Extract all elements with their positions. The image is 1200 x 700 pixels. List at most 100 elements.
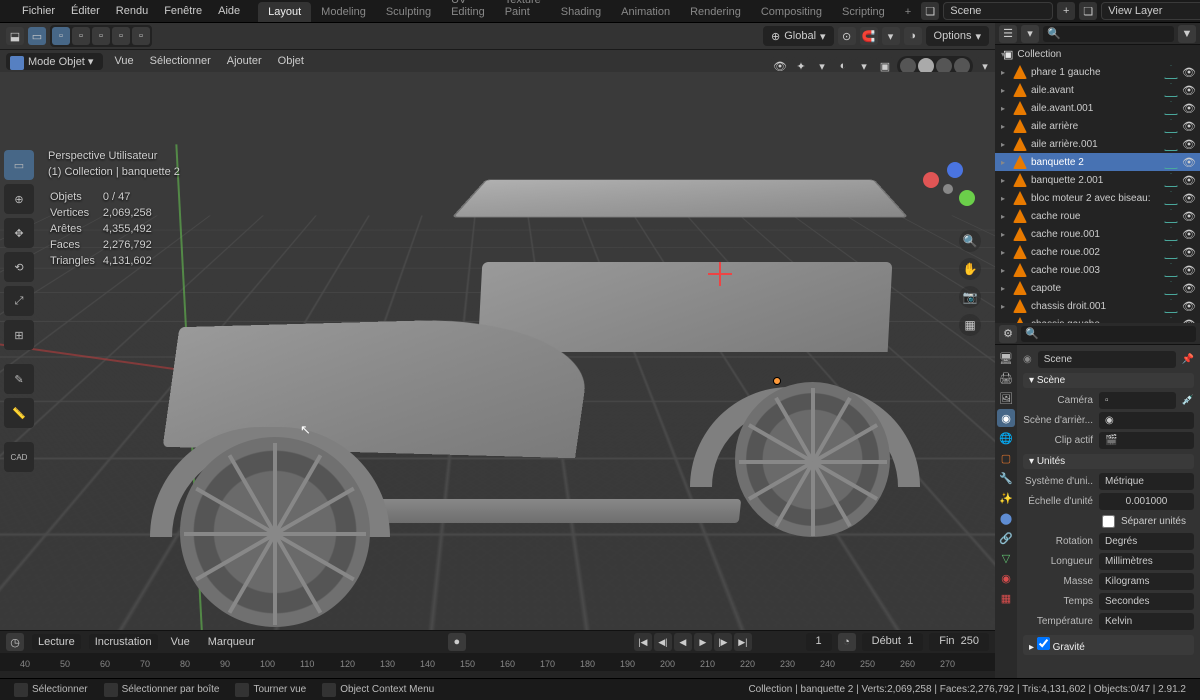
select-mode-1[interactable]: ▫ (52, 27, 70, 45)
outliner-item[interactable]: ▸cache roue👁 (995, 207, 1200, 225)
outliner-item[interactable]: ▸cache roue.001👁 (995, 225, 1200, 243)
length-field[interactable]: Millimètres (1099, 553, 1194, 570)
header-add[interactable]: Ajouter (222, 55, 267, 67)
tool-annotate[interactable]: ✎ (4, 364, 34, 394)
cursor-tool-icon[interactable]: ▭ (28, 27, 46, 45)
prop-tab-material[interactable]: ◉ (997, 569, 1015, 587)
prop-scene-name[interactable]: Scene (1038, 351, 1176, 368)
time-field[interactable]: Secondes (1099, 593, 1194, 610)
tool-rotate[interactable]: ⟲ (4, 252, 34, 282)
panel-units-header[interactable]: ▾ Unités (1023, 454, 1194, 469)
layer-name-field[interactable]: View Layer (1101, 2, 1200, 20)
prop-tab-output[interactable]: 🖨 (997, 369, 1015, 387)
menu-edit[interactable]: Éditer (63, 0, 108, 23)
workspace-modeling[interactable]: Modeling (311, 2, 376, 22)
prop-tab-render[interactable]: 🖥 (997, 349, 1015, 367)
unitsys-field[interactable]: Métrique (1099, 473, 1194, 490)
jump-start-icon[interactable]: |◀ (634, 633, 652, 651)
outliner-item[interactable]: ▸cache roue.003👁 (995, 261, 1200, 279)
tl-view-menu[interactable]: Vue (166, 636, 195, 648)
outliner-item[interactable]: ▸aile arrière👁 (995, 117, 1200, 135)
orientation-dropdown[interactable]: ⊕ Global ▾ (763, 26, 834, 46)
prop-tab-particles[interactable]: ✨ (997, 489, 1015, 507)
panel-gravity-header[interactable]: ▸ Gravité (1023, 635, 1194, 655)
scene-name-field[interactable]: Scene (943, 2, 1053, 20)
tool-scale[interactable]: ⤢ (4, 286, 34, 316)
workspace-texpaint[interactable]: Texture Paint (495, 0, 551, 22)
camera-field[interactable]: ▫ (1099, 392, 1176, 409)
outliner-search-input[interactable]: 🔍 (1043, 26, 1174, 42)
unitscale-field[interactable]: 0.001000 (1099, 493, 1194, 510)
nav-gizmo[interactable] (917, 162, 977, 222)
viewport-3d[interactable]: ↖ ▭ ⊕ ✥ ⟲ ⤢ ⊞ ✎ 📏 CAD Perspective Utilis… (0, 72, 995, 630)
pan-icon[interactable]: ✋ (959, 258, 981, 280)
zoom-icon[interactable]: 🔍 (959, 230, 981, 252)
tool-cad1[interactable]: CAD (4, 442, 34, 472)
menu-window[interactable]: Fenêtre (156, 0, 210, 23)
snap-mode-icon[interactable]: ▾ (882, 27, 900, 45)
rotation-field[interactable]: Degrés (1099, 533, 1194, 550)
outliner-view-icon[interactable]: ▾ (1021, 25, 1039, 43)
prop-tab-object[interactable]: ▢ (997, 449, 1015, 467)
camera-icon[interactable]: 📷 (959, 286, 981, 308)
outliner-item[interactable]: ▸aile arrière.001👁 (995, 135, 1200, 153)
properties-search-input[interactable]: 🔍 (1021, 326, 1196, 342)
outliner-panel[interactable]: ▾▣ Collection ▸phare 1 gauche👁▸aile.avan… (995, 45, 1200, 323)
workspace-animation[interactable]: Animation (611, 2, 680, 22)
outliner-item[interactable]: ▸aile.avant👁 (995, 81, 1200, 99)
bgscene-field[interactable]: ◉ (1099, 412, 1194, 429)
workspace-layout[interactable]: Layout (258, 2, 311, 22)
layer-browse-icon[interactable]: ❏ (1079, 2, 1097, 20)
prop-tab-physics[interactable]: ⬤ (997, 509, 1015, 527)
gizmo-y-icon[interactable] (959, 190, 975, 206)
outliner-filter-icon[interactable]: ▼ (1178, 25, 1196, 43)
tl-playback-menu[interactable]: Lecture (32, 634, 81, 650)
gizmo-z-icon[interactable] (947, 162, 963, 178)
prop-tab-texture[interactable]: ▦ (997, 589, 1015, 607)
outliner-item[interactable]: ▸chassis gauche👁 (995, 315, 1200, 323)
outliner-item[interactable]: ▸banquette 2.001👁 (995, 171, 1200, 189)
gizmo-center-icon[interactable] (943, 184, 953, 194)
prop-tab-viewlayer[interactable]: 🖼 (997, 389, 1015, 407)
select-mode-3[interactable]: ▫ (92, 27, 110, 45)
jump-end-icon[interactable]: ▶| (734, 633, 752, 651)
header-select[interactable]: Sélectionner (145, 55, 216, 67)
select-mode-5[interactable]: ▫ (132, 27, 150, 45)
preview-range-icon[interactable]: ◔ (838, 633, 856, 651)
outliner-item[interactable]: ▸banquette 2👁 (995, 153, 1200, 171)
clip-field[interactable]: 🎬 (1099, 432, 1194, 449)
outliner-item[interactable]: ▸bloc moteur 2 avec biseau:👁 (995, 189, 1200, 207)
play-icon[interactable]: ▶ (694, 633, 712, 651)
propedit-icon[interactable]: ◑ (904, 27, 922, 45)
menu-help[interactable]: Aide (210, 0, 248, 23)
tool-transform[interactable]: ⊞ (4, 320, 34, 350)
outliner-item[interactable]: ▸cache roue.002👁 (995, 243, 1200, 261)
scene-browse-icon[interactable]: ❏ (921, 2, 939, 20)
gizmo-x-icon[interactable] (923, 172, 939, 188)
properties-type-icon[interactable]: ⚙ (999, 325, 1017, 343)
prop-tab-world[interactable]: 🌐 (997, 429, 1015, 447)
mode-dropdown[interactable]: Mode Objet ▾ (6, 53, 103, 70)
keyframe-next-icon[interactable]: |▶ (714, 633, 732, 651)
outliner-collection-row[interactable]: ▾▣ Collection (995, 45, 1200, 63)
play-reverse-icon[interactable]: ◀ (674, 633, 692, 651)
outliner-type-icon[interactable]: ☰ (999, 25, 1017, 43)
tl-keying-menu[interactable]: Incrustation (89, 634, 158, 650)
end-frame-field[interactable]: Fin 250 (929, 633, 989, 651)
timeline-ruler[interactable]: 4050607080901001101201301401501601701801… (0, 653, 995, 671)
keyframe-prev-icon[interactable]: ◀| (654, 633, 672, 651)
pivot-icon[interactable]: ⊙ (838, 27, 856, 45)
scene-new-icon[interactable]: + (1057, 2, 1075, 20)
menu-render[interactable]: Rendu (108, 0, 156, 23)
timeline-type-icon[interactable]: ◷ (6, 633, 24, 651)
prop-tab-modifier[interactable]: 🔧 (997, 469, 1015, 487)
workspace-add[interactable]: + (895, 2, 921, 22)
panel-scene-header[interactable]: ▾ Scène (1023, 373, 1194, 388)
outliner-item[interactable]: ▸chassis droit.001👁 (995, 297, 1200, 315)
workspace-shading[interactable]: Shading (551, 2, 611, 22)
autokey-icon[interactable]: ● (448, 633, 466, 651)
editor-type-icon[interactable]: ⬓ (6, 27, 24, 45)
header-view[interactable]: Vue (109, 55, 138, 67)
persp-icon[interactable]: ▦ (959, 314, 981, 336)
prop-tab-constraint[interactable]: 🔗 (997, 529, 1015, 547)
